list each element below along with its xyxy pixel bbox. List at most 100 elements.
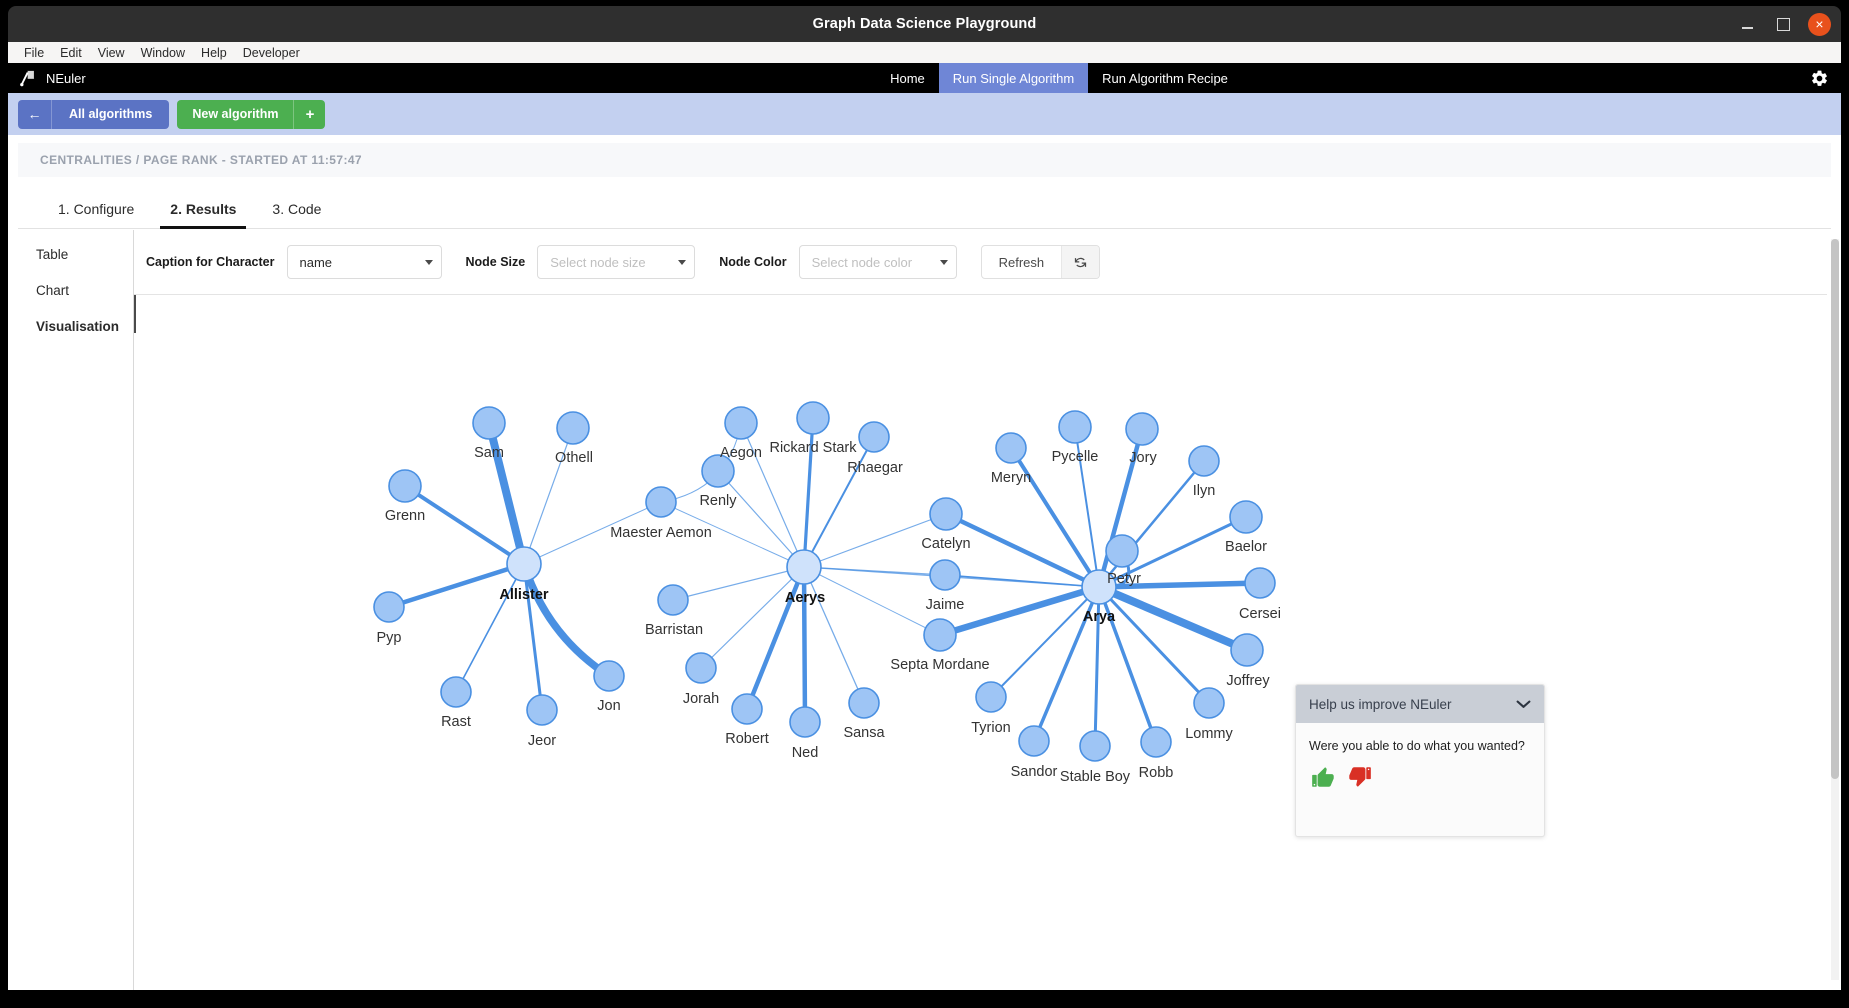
all-algorithms-button[interactable]: ← All algorithms: [18, 99, 170, 129]
nav-tab-run-single-algorithm[interactable]: Run Single Algorithm: [938, 63, 1089, 93]
graph-node-label: Robb: [1139, 765, 1174, 781]
graph-node[interactable]: [657, 584, 689, 616]
vertical-scrollbar[interactable]: [1831, 239, 1839, 980]
graph-node[interactable]: [526, 694, 558, 726]
breadcrumb: CENTRALITIES / PAGE RANK - STARTED AT 11…: [18, 143, 1831, 177]
refresh-icon: [1061, 246, 1100, 278]
graph-node-label: Barristan: [645, 622, 703, 638]
graph-node[interactable]: [593, 660, 625, 692]
node-size-select[interactable]: Select node size: [537, 245, 696, 279]
graph-node[interactable]: [786, 549, 822, 585]
chevron-down-icon: [424, 259, 433, 265]
graph-edge: [1095, 583, 1251, 654]
sidebar-item-visualisation[interactable]: Visualisation: [36, 319, 133, 334]
close-icon[interactable]: ×: [1808, 12, 1831, 36]
feedback-body: Were you able to do what you wanted?: [1296, 723, 1544, 790]
nav-tab-run-algorithm-recipe[interactable]: Run Algorithm Recipe: [1088, 63, 1242, 93]
graph-node[interactable]: [440, 676, 472, 708]
chevron-down-icon[interactable]: [1516, 700, 1531, 709]
graph-node[interactable]: [1229, 500, 1263, 534]
app-navbar: NEuler Home Run Single Algorithm Run Alg…: [8, 63, 1841, 93]
node-color-label: Node Color: [719, 255, 787, 269]
graph-node[interactable]: [645, 486, 677, 518]
graph-node-label: Aegon: [720, 445, 762, 461]
results-sidebar: Table Chart Visualisation: [8, 230, 133, 990]
graph-node[interactable]: [923, 618, 957, 652]
app-nav-tabs: Home Run Single Algorithm Run Algorithm …: [308, 63, 1810, 93]
graph-node[interactable]: [1193, 687, 1225, 719]
graph-edge: [523, 427, 574, 565]
graph-edge: [717, 470, 805, 568]
graph-node-label: Rast: [441, 714, 471, 730]
graph-node-label: Meryn: [991, 470, 1031, 486]
graph-node-label: Cersei: [1239, 606, 1281, 622]
new-algorithm-label: New algorithm: [192, 107, 279, 121]
graph-node-label: Aerys: [785, 590, 825, 606]
sidebar-item-chart[interactable]: Chart: [36, 283, 133, 298]
caption-for-character-select[interactable]: name: [286, 245, 442, 279]
gear-icon[interactable]: [1810, 69, 1829, 88]
graph-edge: [1097, 585, 1211, 705]
menu-help[interactable]: Help: [193, 45, 235, 61]
menu-developer[interactable]: Developer: [235, 45, 308, 61]
graph-node[interactable]: [796, 401, 830, 435]
graph-node-label: Jaime: [926, 597, 965, 613]
graph-node[interactable]: [506, 546, 542, 582]
refresh-label: Refresh: [998, 254, 1045, 270]
node-color-select[interactable]: Select node color: [798, 245, 957, 279]
graph-node-label: Jorah: [683, 691, 719, 707]
maximize-icon[interactable]: [1772, 13, 1794, 35]
new-algorithm-button[interactable]: New algorithm +: [177, 99, 326, 129]
refresh-button[interactable]: Refresh: [980, 245, 1101, 279]
graph-visualisation[interactable]: Sam Othell Grenn Allister Pyp Rast Jeor Jon Maes…: [134, 294, 1827, 990]
graph-node-label: Jory: [1129, 450, 1157, 466]
graph-node[interactable]: [1244, 567, 1276, 599]
tab-configure[interactable]: 1. Configure: [40, 201, 152, 228]
graph-node[interactable]: [929, 559, 961, 591]
window-controls: ×: [1736, 6, 1831, 42]
graph-node[interactable]: [388, 469, 422, 503]
graph-canvas[interactable]: Sam Othell Grenn Allister Pyp Rast Jeor Jon Maes…: [134, 295, 1824, 990]
minimize-icon[interactable]: [1736, 13, 1758, 35]
tab-code[interactable]: 3. Code: [254, 201, 339, 228]
graph-node[interactable]: [1188, 445, 1220, 477]
graph-node[interactable]: [1018, 725, 1050, 757]
graph-node[interactable]: [373, 591, 405, 623]
thumbs-down-icon[interactable]: [1346, 764, 1374, 790]
graph-node[interactable]: [929, 497, 963, 531]
chevron-down-icon: [939, 259, 948, 265]
graph-node[interactable]: [975, 681, 1007, 713]
graph-node-label: Maester Aemon: [610, 525, 712, 541]
graph-node-label: Jeor: [528, 733, 556, 749]
feedback-header[interactable]: Help us improve NEuler: [1296, 685, 1544, 723]
graph-node[interactable]: [472, 406, 506, 440]
graph-node-label: Tyrion: [971, 720, 1011, 736]
scrollbar-thumb[interactable]: [1831, 239, 1839, 779]
graph-node[interactable]: [685, 652, 717, 684]
menu-edit[interactable]: Edit: [52, 45, 90, 61]
menu-file[interactable]: File: [16, 45, 52, 61]
graph-node[interactable]: [556, 411, 590, 445]
graph-node[interactable]: [858, 421, 890, 453]
sidebar-item-table[interactable]: Table: [36, 247, 133, 262]
tab-results[interactable]: 2. Results: [152, 201, 254, 229]
graph-node[interactable]: [724, 406, 758, 440]
brand[interactable]: NEuler: [8, 63, 308, 93]
graph-node[interactable]: [1230, 633, 1264, 667]
menu-window[interactable]: Window: [133, 45, 193, 61]
graph-node[interactable]: [789, 706, 821, 738]
thumbs-up-icon[interactable]: [1309, 764, 1337, 790]
graph-node[interactable]: [848, 687, 880, 719]
graph-node[interactable]: [1140, 726, 1172, 758]
graph-node-label: Lommy: [1185, 726, 1233, 742]
graph-node[interactable]: [731, 693, 763, 725]
graph-node[interactable]: [1058, 410, 1092, 444]
graph-node[interactable]: [1079, 730, 1111, 762]
graph-node[interactable]: [1105, 534, 1139, 568]
menu-view[interactable]: View: [90, 45, 133, 61]
graph-node[interactable]: [1125, 412, 1159, 446]
graph-node-label: Rhaegar: [847, 460, 903, 476]
graph-node[interactable]: [995, 432, 1027, 464]
graph-node-label: Sam: [474, 445, 504, 461]
nav-tab-home[interactable]: Home: [876, 63, 939, 93]
